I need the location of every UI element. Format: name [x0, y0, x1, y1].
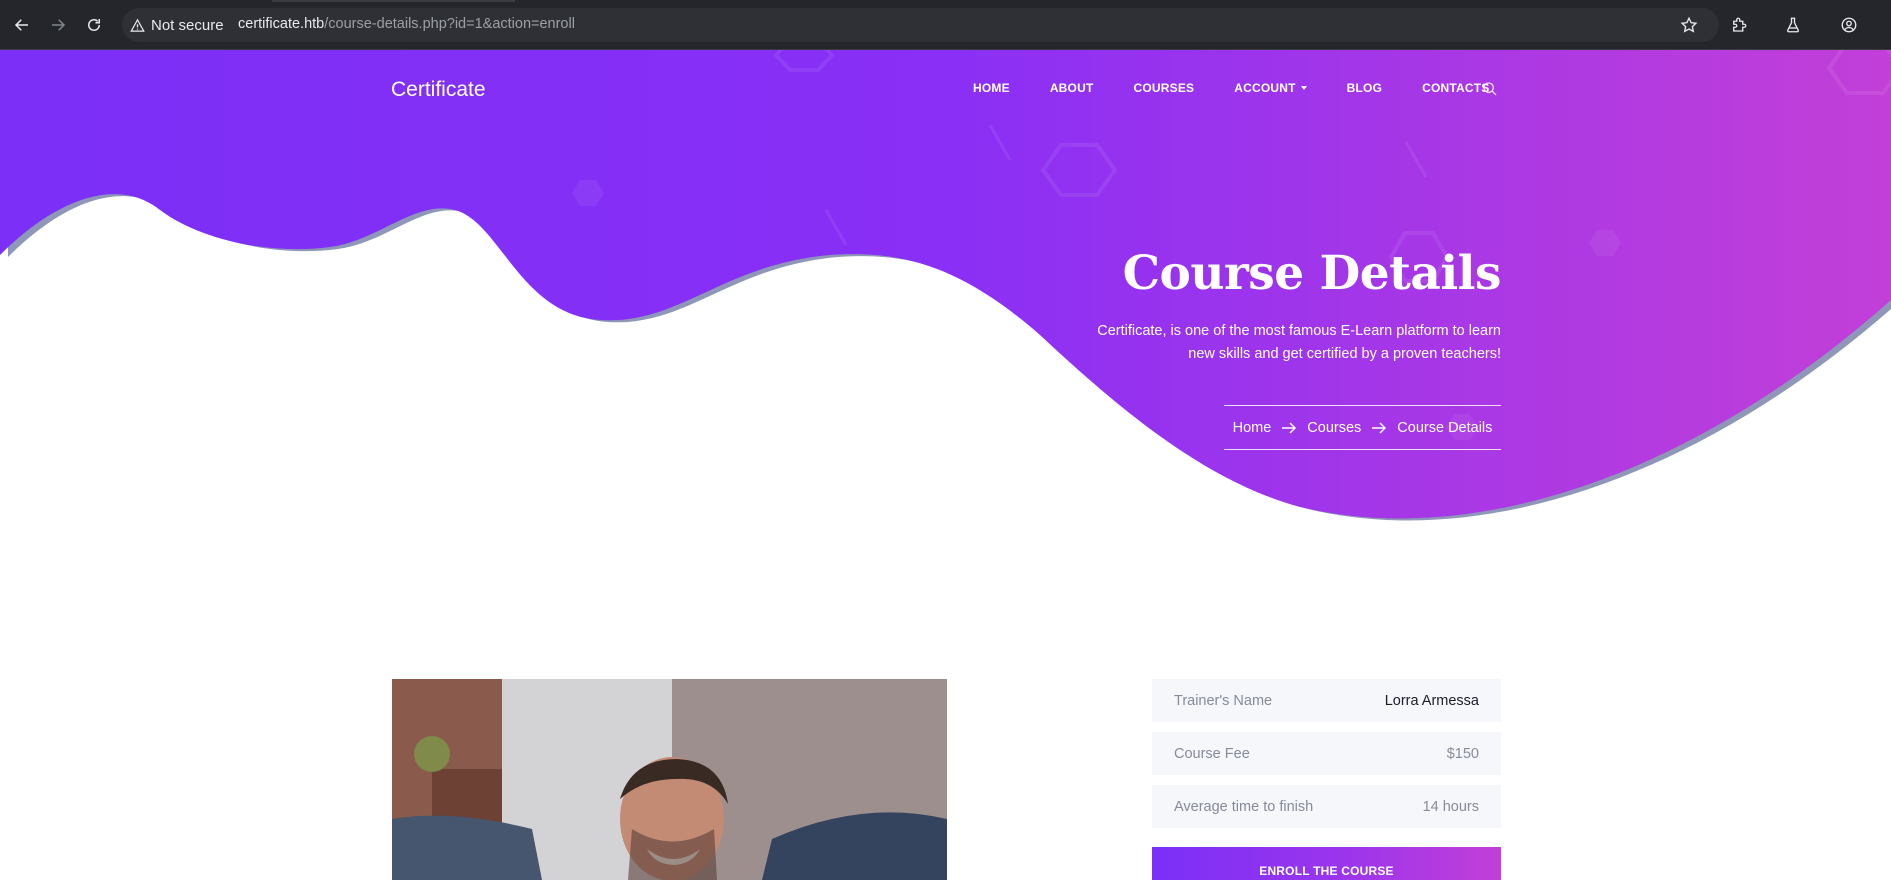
breadcrumb-courses[interactable]: Courses: [1307, 420, 1361, 436]
breadcrumb-current: Course Details: [1397, 419, 1493, 436]
arrow-right-icon: [1282, 421, 1297, 434]
back-button[interactable]: [10, 13, 34, 37]
nav-blog[interactable]: BLOG: [1347, 81, 1382, 95]
breadcrumb-home[interactable]: Home: [1233, 420, 1272, 436]
detail-label: Average time to finish: [1174, 798, 1314, 815]
site-security-indicator[interactable]: Not secure: [130, 15, 224, 35]
nav-account[interactable]: ACCOUNT: [1234, 81, 1307, 95]
url-path: /course-details.php?id=1&action=enroll: [324, 16, 575, 32]
page-title: Course Details: [1122, 246, 1502, 301]
bookmark-button[interactable]: [1677, 13, 1701, 37]
detail-row-fee: Course Fee $150: [1152, 732, 1501, 775]
nav-courses[interactable]: COURSES: [1133, 81, 1194, 95]
active-tab-indicator: [272, 0, 515, 2]
nav-account-label: ACCOUNT: [1234, 81, 1296, 95]
nav-home[interactable]: HOME: [973, 81, 1010, 95]
detail-value: 14 hours: [1422, 798, 1479, 815]
detail-label: Trainer's Name: [1174, 692, 1273, 709]
breadcrumb: Home Courses Course Details: [1224, 405, 1501, 450]
detail-value: Lorra Armessa: [1384, 692, 1479, 709]
url-text[interactable]: certificate.htb/course-details.php?id=1&…: [238, 16, 575, 32]
profile-button[interactable]: [1837, 13, 1861, 37]
reload-icon: [88, 19, 100, 31]
detail-row-trainer: Trainer's Name Lorra Armessa: [1152, 679, 1501, 722]
browser-toolbar: Not secure certificate.htb/course-detail…: [0, 0, 1891, 50]
back-arrow-icon: [14, 19, 28, 31]
star-icon: [1680, 16, 1698, 33]
forward-arrow-icon: [52, 19, 66, 31]
main-nav: HOME ABOUT COURSES ACCOUNT BLOG CONTACTS: [973, 81, 1529, 95]
course-image: [392, 679, 947, 880]
hero-description: Certificate, is one of the most famous E…: [1097, 323, 1501, 362]
warning-triangle-icon: [130, 18, 145, 32]
nav-about[interactable]: ABOUT: [1050, 81, 1094, 95]
reload-button[interactable]: [82, 13, 106, 37]
hero-wave-background: [0, 50, 1891, 560]
labs-button[interactable]: [1781, 13, 1805, 37]
detail-label: Course Fee: [1174, 745, 1250, 762]
puzzle-icon: [1733, 17, 1747, 32]
arrow-right-icon: [1372, 421, 1387, 434]
extensions-button[interactable]: [1727, 13, 1751, 37]
flask-icon: [1787, 17, 1799, 33]
url-host: certificate.htb: [238, 16, 325, 32]
security-label: Not secure: [151, 16, 224, 34]
detail-row-duration: Average time to finish 14 hours: [1152, 785, 1501, 828]
caret-down-icon: [1300, 86, 1307, 90]
forward-button[interactable]: [46, 13, 70, 37]
search-icon: [1483, 82, 1497, 96]
enroll-course-button[interactable]: ENROLL THE COURSE: [1152, 847, 1501, 880]
search-button[interactable]: [1482, 81, 1498, 97]
detail-value: $150: [1446, 745, 1479, 762]
account-circle-icon: [1841, 17, 1857, 33]
hero-section: Certificate HOME ABOUT COURSES ACCOUNT B…: [0, 50, 1891, 560]
address-bar[interactable]: Not secure certificate.htb/course-detail…: [122, 8, 1719, 42]
nav-contacts[interactable]: CONTACTS: [1422, 81, 1489, 95]
course-photo-illustration: [392, 679, 947, 880]
site-logo[interactable]: Certificate: [391, 78, 486, 102]
